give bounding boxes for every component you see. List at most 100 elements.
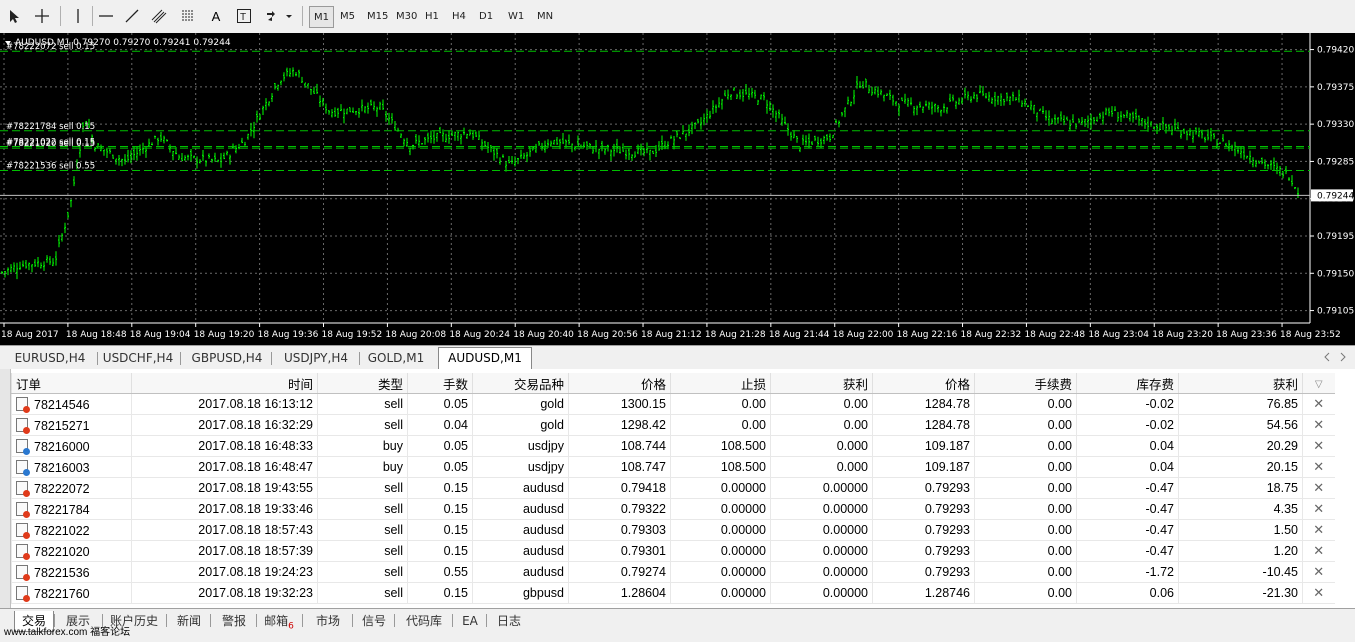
terminal-tab-4[interactable]: 警报	[214, 611, 254, 631]
price-bar	[1123, 114, 1125, 119]
price-bar	[316, 83, 318, 94]
buy-order-icon	[16, 438, 30, 455]
col-header-commission[interactable]: 手续费	[974, 373, 1077, 394]
col-header-order[interactable]: 订单	[11, 373, 132, 394]
chart-tab-gold-m1[interactable]: GOLD,M1	[362, 348, 430, 368]
col-header-tp[interactable]: 获利	[770, 373, 873, 394]
sort-icon[interactable]: ▽	[1302, 373, 1335, 394]
timeframe-m30[interactable]: M30	[392, 6, 421, 26]
col-header-time[interactable]: 时间	[131, 373, 318, 394]
price-bar	[475, 131, 477, 138]
trade-row[interactable]: 78214546 2017.08.18 16:13:12 sell 0.05 gold 1…	[11, 393, 1335, 415]
timeframe-m15[interactable]: M15	[363, 6, 392, 26]
close-position-icon[interactable]: ✕	[1302, 477, 1335, 499]
price-bar	[187, 154, 189, 161]
text-tool-icon[interactable]: A	[204, 5, 228, 27]
tab-scroll-right-icon[interactable]	[1339, 352, 1347, 365]
chart-canvas[interactable]: AUDUSD,M1 0.79270 0.79270 0.79241 0.7924…	[0, 33, 1355, 345]
trade-row[interactable]: 78216000 2017.08.18 16:48:33 buy 0.05 usdjpy…	[11, 435, 1335, 457]
price-bar	[52, 258, 54, 267]
trendline-icon[interactable]	[120, 5, 144, 27]
close-position-icon[interactable]: ✕	[1302, 393, 1335, 415]
arrows-menu-icon[interactable]	[262, 5, 296, 27]
crosshair-icon[interactable]	[30, 5, 54, 27]
trade-row[interactable]: 78221784 2017.08.18 19:33:46 sell 0.15 audus…	[11, 498, 1335, 520]
trade-row[interactable]: 78216003 2017.08.18 16:48:47 buy 0.05 usdjpy…	[11, 456, 1335, 478]
profit-cell: 20.29	[1178, 435, 1303, 457]
price-bar	[373, 101, 375, 111]
chart-tab-usdjpy-h4[interactable]: USDJPY,H4	[274, 348, 358, 368]
trade-row[interactable]: 78221536 2017.08.18 19:24:23 sell 0.55 audus…	[11, 561, 1335, 583]
price-bar	[1237, 146, 1239, 154]
price-bar	[1297, 187, 1299, 199]
close-position-icon[interactable]: ✕	[1302, 435, 1335, 457]
close-position-icon[interactable]: ✕	[1302, 540, 1335, 562]
price-bar	[649, 149, 651, 161]
cursor-icon[interactable]	[2, 5, 26, 27]
terminal-tab-5[interactable]: 邮箱6	[258, 611, 300, 631]
timeframe-h4[interactable]: H4	[448, 6, 470, 26]
chart-tab-audusd-m1[interactable]: AUDUSD,M1	[438, 347, 532, 370]
col-header-price[interactable]: 价格	[568, 373, 671, 394]
price-bar	[973, 92, 975, 100]
price-chart[interactable]: AUDUSD,M1 0.79270 0.79270 0.79241 0.7924…	[0, 33, 1355, 345]
chart-tab-eurusd-h4[interactable]: EURUSD,H4	[4, 348, 96, 368]
price-bar	[40, 262, 42, 269]
terminal-tab-3[interactable]: 新闻	[170, 611, 208, 631]
col-header-profit[interactable]: 获利	[1178, 373, 1303, 394]
symbol-cell: gbpusd	[472, 582, 569, 604]
col-header-sl[interactable]: 止损	[670, 373, 771, 394]
price-bar	[16, 262, 18, 280]
timeframe-m1[interactable]: M1	[309, 6, 334, 28]
order-cell: 78221760	[11, 582, 132, 604]
timeframe-d1[interactable]: D1	[475, 6, 497, 26]
price-axis-label: 0.79375	[1317, 83, 1354, 93]
col-header-type[interactable]: 类型	[317, 373, 408, 394]
price-bar	[886, 93, 888, 96]
chart-tab-gbpusd-h4[interactable]: GBPUSD,H4	[184, 348, 270, 368]
col-header-current-price[interactable]: 价格	[872, 373, 975, 394]
trade-row[interactable]: 78221020 2017.08.18 18:57:39 sell 0.15 audus…	[11, 540, 1335, 562]
price-bar	[286, 67, 288, 77]
tab-scroll-left-icon[interactable]	[1323, 352, 1331, 365]
channel-icon[interactable]	[148, 5, 172, 27]
close-position-icon[interactable]: ✕	[1302, 519, 1335, 541]
price-bar	[1099, 112, 1101, 119]
close-position-icon[interactable]: ✕	[1302, 582, 1335, 604]
order-cell: 78215271	[11, 414, 132, 436]
close-position-icon[interactable]: ✕	[1302, 456, 1335, 478]
price-bar	[43, 261, 45, 271]
chart-tab-usdchf-h4[interactable]: USDCHF,H4	[97, 348, 179, 368]
col-header-swap[interactable]: 库存费	[1076, 373, 1179, 394]
terminal-tab-8[interactable]: 代码库	[398, 611, 450, 631]
terminal-tab-10[interactable]: 日志	[490, 611, 528, 631]
trade-row[interactable]: 78222072 2017.08.18 19:43:55 sell 0.15 audus…	[11, 477, 1335, 499]
close-position-icon[interactable]: ✕	[1302, 498, 1335, 520]
trade-row[interactable]: 78215271 2017.08.18 16:32:29 sell 0.04 gold 1…	[11, 414, 1335, 436]
close-position-icon[interactable]: ✕	[1302, 561, 1335, 583]
terminal-tab-9[interactable]: EA	[456, 611, 484, 631]
fibonacci-icon[interactable]	[176, 5, 200, 27]
timeframe-w1[interactable]: W1	[504, 6, 528, 26]
timeframe-mn[interactable]: MN	[533, 6, 557, 26]
terminal-tab-6[interactable]: 市场	[306, 611, 350, 631]
vertical-line-icon[interactable]	[66, 5, 90, 27]
timeframe-h1[interactable]: H1	[421, 6, 443, 26]
time-cell: 2017.08.18 19:32:23	[131, 582, 318, 604]
trade-row[interactable]: 78221760 2017.08.18 19:32:23 sell 0.15 gbpus…	[11, 582, 1335, 604]
terminal-side-handle[interactable]	[0, 369, 11, 608]
tp-cell: 0.00000	[770, 477, 873, 499]
time-cell: 2017.08.18 18:57:39	[131, 540, 318, 562]
price-bar	[526, 151, 528, 163]
col-header-lots[interactable]: 手数	[407, 373, 473, 394]
timeframe-m5[interactable]: M5	[336, 6, 359, 26]
trade-row[interactable]: 78221022 2017.08.18 18:57:43 sell 0.15 audus…	[11, 519, 1335, 541]
terminal-tab-7[interactable]: 信号	[356, 611, 392, 631]
price-bar	[1180, 130, 1182, 139]
close-position-icon[interactable]: ✕	[1302, 414, 1335, 436]
col-header-symbol[interactable]: 交易品种	[472, 373, 569, 394]
text-label-icon[interactable]: T	[232, 5, 256, 27]
price-bar	[67, 211, 69, 219]
tp-cell: 0.00	[770, 393, 873, 415]
horizontal-line-icon[interactable]	[94, 5, 118, 27]
